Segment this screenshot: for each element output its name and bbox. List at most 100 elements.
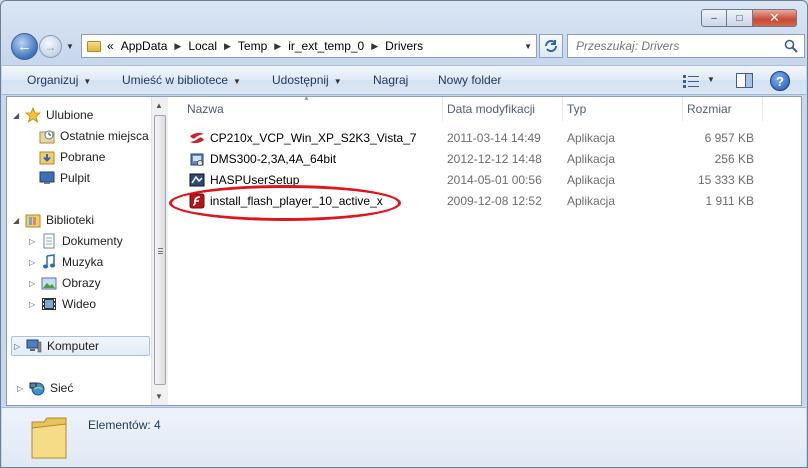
expand-arrow-icon[interactable]: ▷ — [29, 258, 39, 267]
search-icon[interactable] — [784, 39, 798, 53]
nav-label: Sieć — [50, 381, 74, 395]
breadcrumb-temp[interactable]: Temp — [238, 39, 267, 53]
nav-label: Pulpit — [60, 171, 91, 185]
scroll-down-icon[interactable]: ▼ — [155, 392, 163, 401]
address-bar[interactable]: « AppData ▶ Local ▶ Temp ▶ ir_ext_temp_0… — [81, 34, 537, 58]
file-name-cell[interactable]: DMS300-2,3A,4A_64bit — [189, 151, 336, 167]
desktop-icon — [39, 170, 55, 186]
include-in-library-menu[interactable]: Umieść w bibliotece ▼ — [122, 73, 241, 87]
file-type: Aplikacja — [567, 173, 616, 187]
navigation-scrollbar[interactable]: ▲ ▼ — [151, 97, 168, 405]
music-icon — [41, 254, 57, 270]
file-size: 256 KB — [714, 152, 754, 166]
nav-item-computer[interactable]: ▷ Komputer — [11, 336, 150, 356]
documents-icon — [41, 233, 57, 249]
recent-places-icon — [39, 128, 55, 144]
file-row[interactable]: CP210x_VCP_Win_XP_S2K3_Vista_7 2011-03-1… — [169, 127, 801, 148]
column-header-size[interactable]: Rozmiar — [683, 97, 763, 121]
expand-arrow-icon[interactable]: ▷ — [17, 384, 27, 393]
expand-arrow-icon[interactable]: ▷ — [29, 237, 39, 246]
breadcrumb-drivers[interactable]: Drivers — [385, 39, 423, 53]
address-dropdown-icon[interactable]: ▼ — [524, 42, 532, 51]
breadcrumb-separator-icon[interactable]: ▶ — [174, 41, 181, 52]
nav-item-music[interactable]: ▷ Muzyka — [29, 252, 103, 272]
breadcrumb-local[interactable]: Local — [188, 39, 217, 53]
search-box[interactable] — [567, 34, 805, 58]
file-name-cell[interactable]: CP210x_VCP_Win_XP_S2K3_Vista_7 — [189, 130, 417, 146]
libraries-icon — [25, 212, 41, 228]
new-folder-button[interactable]: Nowy folder — [438, 73, 501, 87]
file-name: CP210x_VCP_Win_XP_S2K3_Vista_7 — [210, 131, 417, 145]
file-size: 1 911 KB — [705, 194, 754, 208]
details-pane: Elementów: 4 — [2, 407, 806, 467]
column-header-modified[interactable]: Data modyfikacji — [443, 97, 563, 121]
history-dropdown-button[interactable]: ▼ — [64, 39, 76, 53]
nav-item-desktop[interactable]: Pulpit — [39, 168, 90, 188]
nav-label: Dokumenty — [62, 234, 123, 248]
breadcrumb-separator-icon[interactable]: ▶ — [371, 41, 378, 52]
breadcrumb-ir-ext-temp[interactable]: ir_ext_temp_0 — [288, 39, 364, 53]
file-modified: 2011-03-14 14:49 — [447, 131, 541, 145]
forward-button[interactable]: → — [39, 35, 62, 58]
change-view-icon[interactable] — [683, 74, 699, 88]
breadcrumb-separator-icon[interactable]: ▶ — [274, 41, 281, 52]
pictures-icon — [41, 275, 57, 291]
file-modified: 2012-12-12 14:48 — [447, 152, 542, 166]
downloads-folder-icon — [39, 149, 55, 165]
computer-icon — [26, 338, 42, 354]
preview-pane-icon[interactable] — [736, 73, 753, 88]
maximize-button[interactable]: □ — [727, 9, 753, 27]
expand-arrow-icon[interactable]: ▷ — [29, 279, 39, 288]
file-row[interactable]: DMS300-2,3A,4A_64bit 2012-12-12 14:48 Ap… — [169, 148, 801, 169]
nav-label: Komputer — [47, 339, 100, 353]
nav-item-libraries[interactable]: ◢ Biblioteki — [13, 210, 94, 230]
content-area: ◢ Ulubione Ostatnie miejsca Pobrane Pulp… — [6, 95, 802, 406]
collapse-arrow-icon[interactable]: ◢ — [13, 111, 23, 120]
nav-item-network[interactable]: ▷ Sieć — [17, 378, 73, 398]
back-button[interactable]: ← — [11, 33, 38, 60]
nav-label: Ulubione — [46, 108, 94, 122]
nav-item-documents[interactable]: ▷ Dokumenty — [29, 231, 123, 251]
refresh-button[interactable] — [539, 34, 563, 58]
nav-label: Obrazy — [62, 276, 101, 290]
nav-label: Wideo — [62, 297, 97, 311]
expand-arrow-icon[interactable]: ▷ — [14, 342, 24, 351]
minimize-button[interactable]: – — [701, 9, 727, 27]
help-icon[interactable]: ? — [770, 71, 790, 91]
nav-item-videos[interactable]: ▷ Wideo — [29, 294, 96, 314]
collapse-arrow-icon[interactable]: ◢ — [13, 216, 23, 225]
breadcrumb-separator-icon[interactable]: ▶ — [224, 41, 231, 52]
address-overflow-button[interactable]: « — [107, 39, 114, 53]
breadcrumb-appdata[interactable]: AppData — [121, 39, 168, 53]
column-header-name[interactable]: ▲ Nazwa — [169, 95, 443, 121]
chevron-down-icon: ▼ — [83, 77, 92, 86]
folder-icon — [87, 40, 101, 52]
nav-item-favorites[interactable]: ◢ Ulubione — [13, 105, 93, 125]
nav-label: Pobrane — [60, 150, 106, 164]
annotation-ellipse — [169, 185, 401, 221]
file-size: 15 333 KB — [697, 173, 754, 187]
nav-item-downloads[interactable]: Pobrane — [39, 147, 105, 167]
burn-button[interactable]: Nagraj — [373, 73, 408, 87]
organize-menu[interactable]: Organizuj ▼ — [27, 73, 91, 87]
expand-arrow-icon[interactable]: ▷ — [29, 300, 39, 309]
silabs-installer-icon — [190, 132, 204, 144]
column-header-type[interactable]: Typ — [563, 97, 683, 121]
file-size: 6 957 KB — [704, 131, 754, 145]
share-menu[interactable]: Udostępnij ▼ — [272, 73, 342, 87]
scrollbar-thumb[interactable] — [154, 115, 166, 385]
nav-item-pictures[interactable]: ▷ Obrazy — [29, 273, 101, 293]
star-icon — [25, 107, 41, 123]
navigation-pane: ◢ Ulubione Ostatnie miejsca Pobrane Pulp… — [7, 97, 150, 405]
scroll-up-icon[interactable]: ▲ — [155, 101, 163, 110]
file-list: ▲ Nazwa Data modyfikacji Typ Rozmiar CP2… — [169, 95, 801, 405]
explorer-window: – □ ✕ ← → ▼ « AppData ▶ Local ▶ Temp ▶ i… — [0, 0, 808, 468]
refresh-icon — [545, 40, 557, 52]
nav-label: Muzyka — [62, 255, 104, 269]
file-type: Aplikacja — [567, 131, 616, 145]
search-input[interactable] — [576, 39, 776, 53]
nav-item-recent-places[interactable]: Ostatnie miejsca — [39, 126, 149, 146]
chevron-down-icon: ▼ — [333, 77, 342, 86]
view-options-dropdown-icon[interactable]: ▼ — [707, 75, 715, 84]
close-button[interactable]: ✕ — [753, 9, 797, 27]
